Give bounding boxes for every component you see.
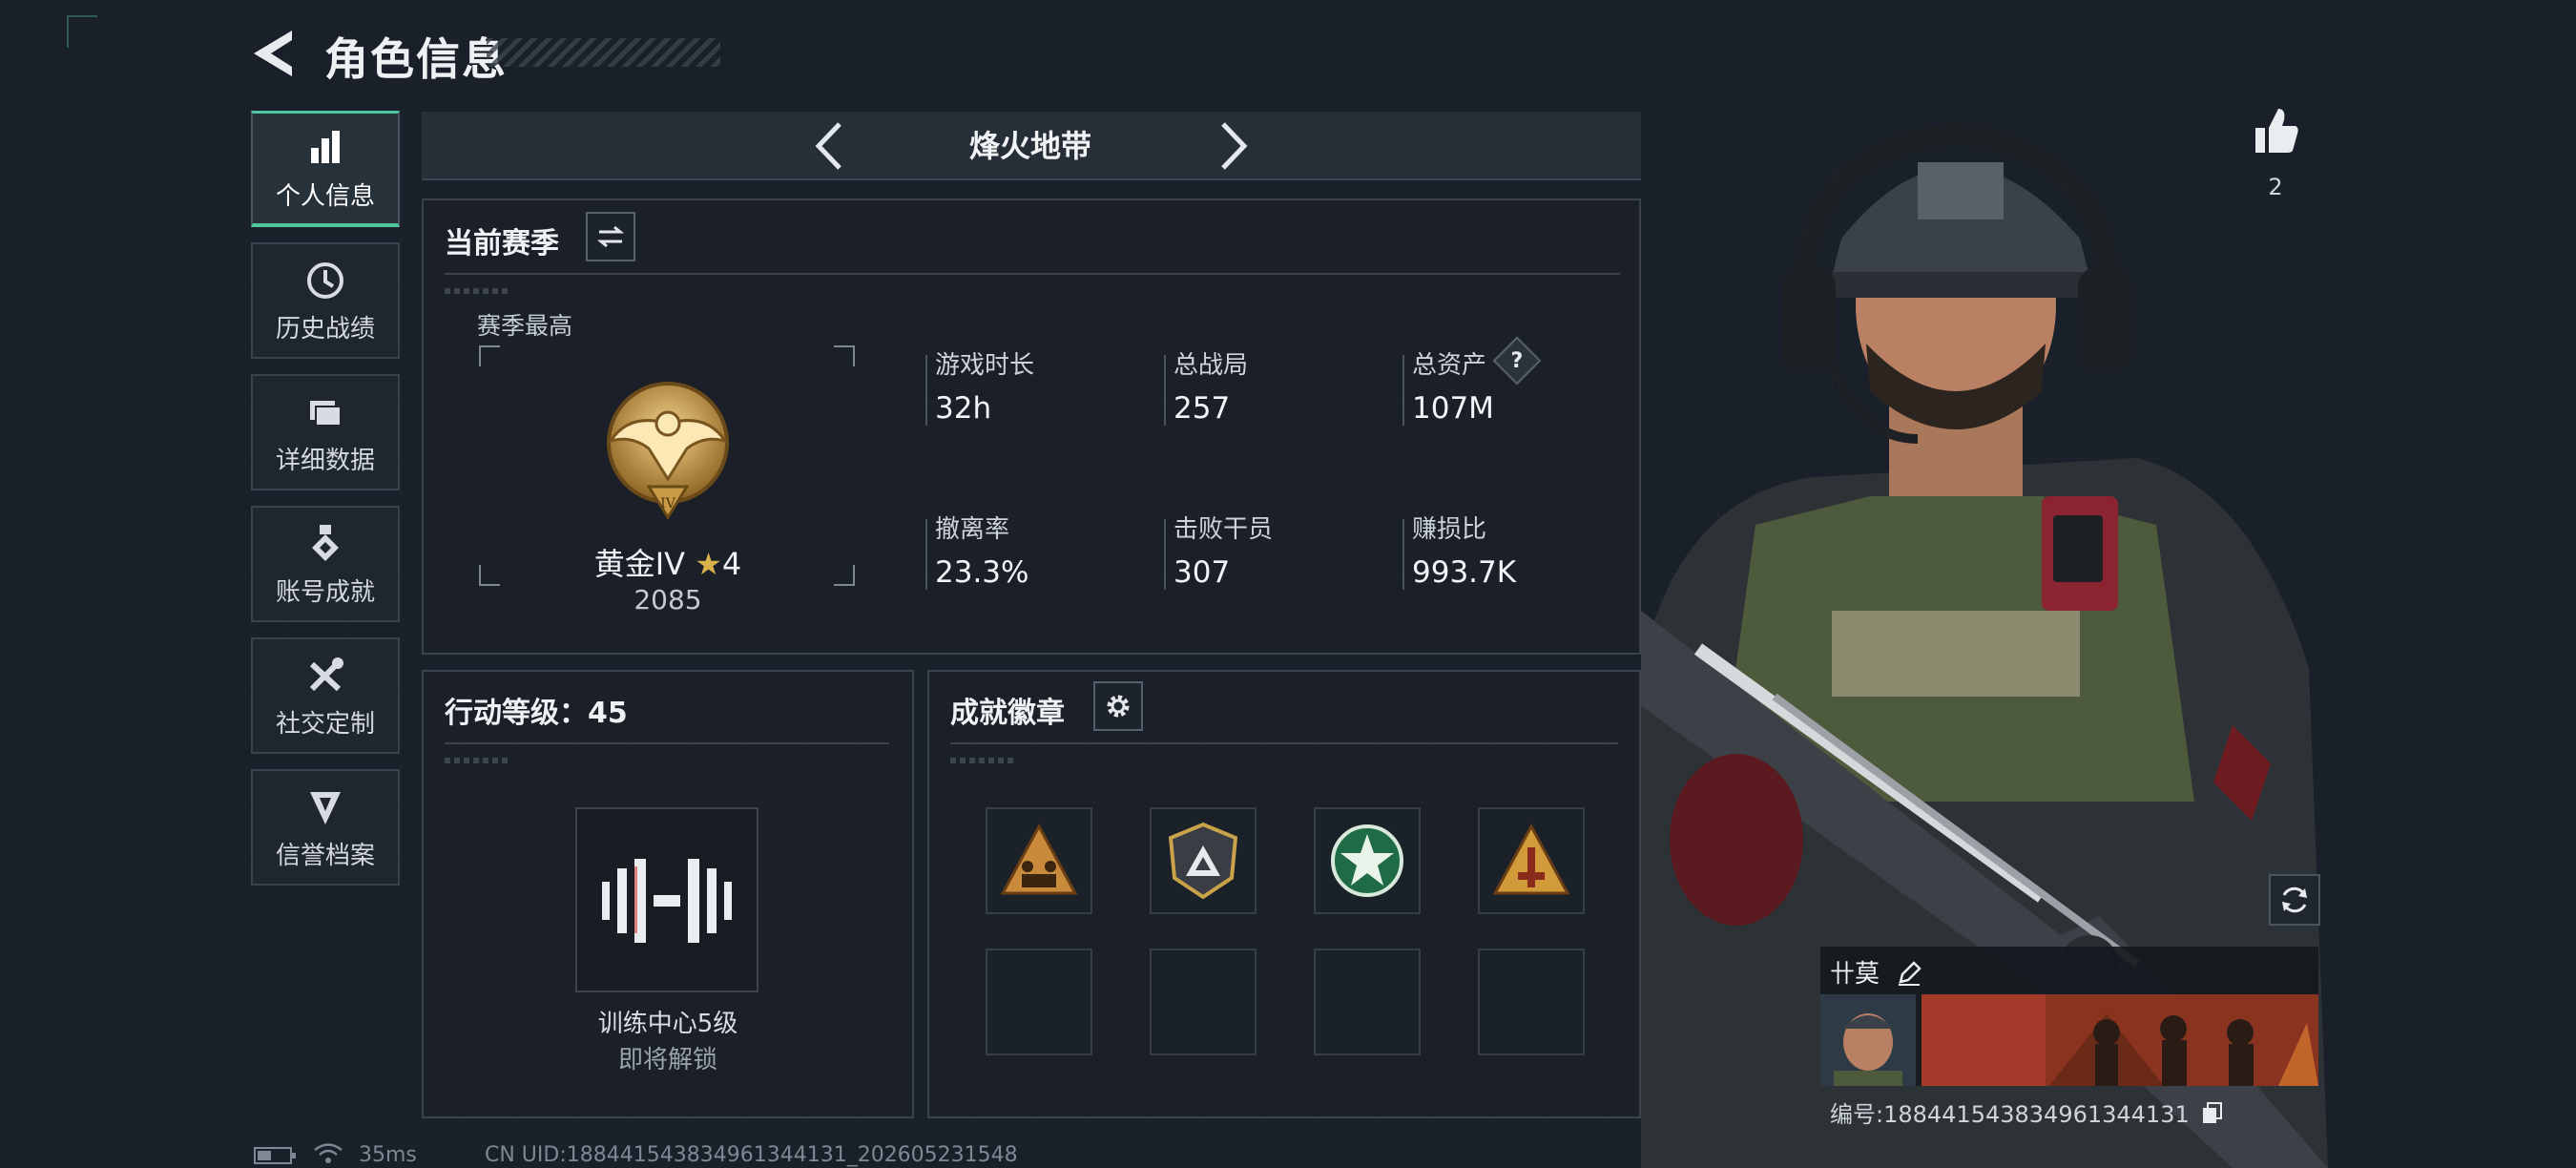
- title-decoration: [487, 38, 720, 67]
- corner-decoration: [67, 15, 97, 48]
- battery-icon: [254, 1147, 296, 1164]
- copy-icon[interactable]: [2200, 1101, 2225, 1126]
- stat-value: 307: [1174, 555, 1231, 590]
- stat-value: 257: [1174, 391, 1231, 426]
- sidebar-item-achievements[interactable]: 账号成就: [251, 506, 400, 622]
- stat-divider: [925, 355, 927, 426]
- stat-value: 993.7K: [1412, 555, 1517, 590]
- player-banner: [1820, 994, 2318, 1086]
- badge-slot-empty[interactable]: [1314, 949, 1421, 1055]
- stat-label: 撤离率: [935, 515, 1010, 544]
- mode-title: 烽火地带: [968, 128, 1091, 164]
- stat-label: 总战局: [1174, 351, 1249, 380]
- wifi-icon: [314, 1143, 343, 1163]
- season-best-label: 赛季最高: [477, 312, 573, 340]
- sidebar-item-reputation[interactable]: 信誉档案: [251, 769, 400, 886]
- stat-value: 23.3%: [935, 555, 1029, 590]
- decoration: [445, 758, 511, 763]
- player-uid-row: 编号:188441543834961344131: [1830, 1095, 2225, 1129]
- sidebar-item-social-custom[interactable]: 社交定制: [251, 637, 400, 754]
- dumbbell-icon: [602, 859, 732, 943]
- edit-icon[interactable]: [1895, 959, 1923, 988]
- folder-icon: [310, 400, 342, 427]
- rank-name-row: 黄金IV ★4: [534, 540, 801, 584]
- sidebar-item-history[interactable]: 历史战绩: [251, 242, 400, 359]
- gear-icon: [1107, 695, 1130, 718]
- training-center-icon-box[interactable]: [575, 807, 758, 992]
- decoration: [950, 758, 1017, 763]
- stat-divider: [1164, 519, 1166, 590]
- back-button[interactable]: [250, 29, 303, 78]
- player-uid: 编号:188441543834961344131: [1830, 1101, 2190, 1128]
- sidebar-item-label: 历史战绩: [275, 314, 375, 344]
- divider: [445, 273, 1620, 275]
- sidebar-item-label: 社交定制: [275, 709, 375, 739]
- reputation-icon: [310, 791, 341, 824]
- back-arrow-icon: [254, 31, 292, 76]
- green-star-badge: [1331, 824, 1403, 897]
- unlock-status: 即将解锁: [617, 1046, 717, 1074]
- achievements-settings-button[interactable]: [1093, 681, 1143, 731]
- badge-slot-empty[interactable]: [1150, 949, 1257, 1055]
- tools-icon: [309, 657, 343, 691]
- season-switch-button[interactable]: [586, 212, 635, 261]
- swap-icon: [596, 225, 625, 248]
- svg-text:IV: IV: [660, 496, 676, 511]
- sidebar-item-label: 个人信息: [275, 182, 375, 211]
- sidebar-item-personal-info[interactable]: 个人信息: [251, 111, 400, 227]
- chevron-right-icon: [1221, 122, 1248, 170]
- badge-slot-3[interactable]: [1314, 807, 1421, 914]
- triangle-tower-badge: [1492, 823, 1570, 895]
- badge-slot-empty[interactable]: [986, 949, 1092, 1055]
- ping-text: 35ms: [359, 1143, 417, 1167]
- badge-slot-2[interactable]: [1150, 807, 1257, 914]
- mode-next-button[interactable]: [1204, 115, 1261, 177]
- achievements-title: 成就徽章: [950, 697, 1065, 730]
- sidebar-item-label: 详细数据: [275, 446, 375, 475]
- player-name-row: 卄莫: [1830, 954, 1923, 990]
- shield-triangle-badge: [1168, 822, 1238, 900]
- player-name: 卄莫: [1830, 960, 1880, 989]
- stat-label: 游戏时长: [935, 351, 1035, 380]
- stat-value: 107M: [1412, 391, 1494, 426]
- divider: [950, 742, 1618, 744]
- rank-name: 黄金IV: [593, 546, 686, 582]
- stat-divider: [1402, 519, 1404, 590]
- gold-rank-emblem: IV: [607, 382, 729, 520]
- stat-divider: [925, 519, 927, 590]
- stat-divider: [1164, 355, 1166, 426]
- decoration: [445, 288, 511, 294]
- rank-stars: 4: [721, 546, 742, 582]
- stat-value: 32h: [935, 391, 992, 426]
- thumbs-up-icon[interactable]: [2250, 105, 2301, 156]
- uid-footer: CN UID:188441543834961344131_20260523154…: [485, 1143, 1018, 1167]
- stat-label: 总资产: [1412, 351, 1487, 380]
- triangle-soldiers-badge: [1000, 823, 1078, 895]
- star-icon: ★: [695, 546, 722, 582]
- badge-slot-4[interactable]: [1478, 807, 1585, 914]
- rank-score: 2085: [634, 584, 702, 615]
- divider: [445, 742, 889, 744]
- sidebar-item-details[interactable]: 详细数据: [251, 374, 400, 490]
- history-icon: [307, 261, 343, 299]
- medal-icon: [312, 524, 339, 561]
- bar-chart-icon: [311, 131, 340, 163]
- refresh-icon: [2282, 886, 2307, 913]
- sidebar-item-label: 账号成就: [275, 577, 375, 607]
- refresh-button[interactable]: [2269, 874, 2320, 926]
- stat-label: 击败干员: [1174, 515, 1274, 544]
- sidebar-item-label: 信誉档案: [275, 841, 375, 870]
- page-title: 角色信息: [324, 33, 508, 85]
- like-count: 2: [2268, 174, 2283, 200]
- badge-slot-empty[interactable]: [1478, 949, 1585, 1055]
- action-level-title: 行动等级：45: [445, 697, 628, 730]
- stat-label: 赚损比: [1412, 515, 1487, 544]
- season-title: 当前赛季: [445, 227, 559, 261]
- badge-slot-1[interactable]: [986, 807, 1092, 914]
- stat-divider: [1402, 355, 1404, 426]
- unlock-name: 训练中心5级: [597, 1010, 738, 1038]
